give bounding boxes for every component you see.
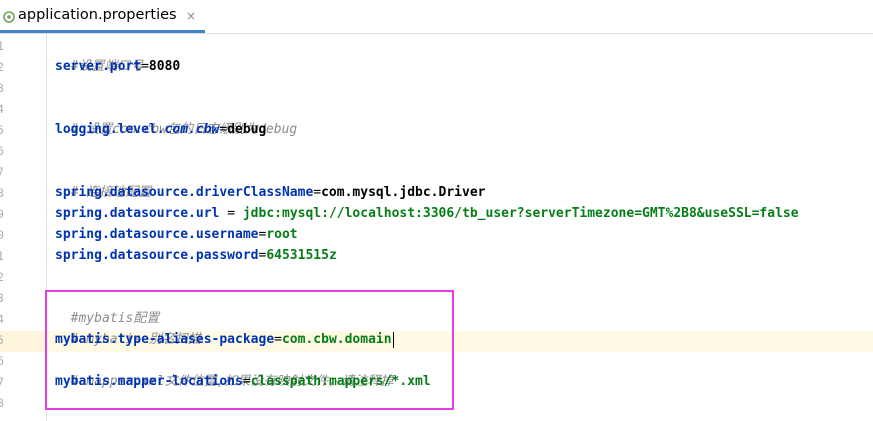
code-line[interactable]: # mybatis 别名扫描 bbox=[55, 308, 201, 347]
property-value: root bbox=[266, 227, 298, 242]
property-key: spring.datasource.driverClassName bbox=[55, 185, 314, 200]
code-line[interactable]: # 设置com.cbw包的日志级别为debug bbox=[55, 98, 298, 137]
code-line[interactable]: # 连接池配置 bbox=[55, 161, 152, 200]
line-number: 1 bbox=[0, 249, 4, 263]
property-value: jdbc:mysql://localhost:3306/tb_user?serv… bbox=[242, 206, 799, 221]
code-line[interactable]: server.port=8080 bbox=[55, 56, 180, 77]
text-caret bbox=[392, 331, 394, 348]
line-number: 0 bbox=[0, 228, 4, 242]
code-line[interactable]: spring.datasource.username=root bbox=[55, 224, 298, 245]
property-value: debug bbox=[227, 122, 267, 137]
line-number: 1 bbox=[0, 39, 4, 53]
property-key-package: com.cbw bbox=[164, 122, 220, 137]
spring-properties-icon bbox=[3, 11, 15, 23]
property-key: spring.datasource.username bbox=[55, 227, 259, 242]
line-number: 7 bbox=[0, 375, 4, 389]
code-line[interactable]: spring.datasource.driverClassName=com.my… bbox=[55, 182, 485, 203]
code-line[interactable]: mybatis.type-aliases-package=com.cbw.dom… bbox=[55, 329, 394, 350]
property-key: mybatis.type-aliases-package bbox=[55, 332, 275, 347]
code-line[interactable]: spring.datasource.url = jdbc:mysql://loc… bbox=[55, 203, 799, 224]
line-number: 6 bbox=[0, 144, 4, 158]
equals-sign: = bbox=[274, 332, 282, 347]
code-line[interactable]: spring.datasource.password=64531515z bbox=[55, 245, 337, 266]
property-key: spring.datasource.url bbox=[55, 206, 220, 221]
line-number: 8 bbox=[0, 396, 4, 410]
property-key: mybatis.mapper-locations bbox=[55, 374, 243, 389]
line-number: 5 bbox=[0, 333, 4, 347]
editor-tab-bar: application.properties × bbox=[0, 0, 873, 34]
line-number: 6 bbox=[0, 354, 4, 368]
close-icon[interactable]: × bbox=[186, 9, 196, 23]
equals-sign: = bbox=[242, 374, 251, 389]
equals-sign: = bbox=[313, 185, 322, 200]
line-number: 5 bbox=[0, 123, 4, 137]
code-line[interactable]: logging.level.com.cbw=debug bbox=[55, 119, 266, 140]
line-number: 3 bbox=[0, 291, 4, 305]
line-number: 8 bbox=[0, 186, 4, 200]
property-value: 64531515z bbox=[266, 248, 337, 263]
line-number: 4 bbox=[0, 102, 4, 116]
property-key: spring.datasource.password bbox=[55, 248, 259, 263]
line-number: 3 bbox=[0, 81, 4, 95]
tab-application-properties[interactable]: application.properties × bbox=[0, 0, 205, 33]
property-value: com.cbw.domain bbox=[281, 332, 392, 347]
line-number: 2 bbox=[0, 60, 4, 74]
property-value: classpath:mappers/*.xml bbox=[250, 374, 431, 389]
code-line[interactable]: # mapper.xml文件位置,如果没有映射文件，请注释掉 bbox=[55, 350, 394, 389]
code-line[interactable]: mybatis.mapper-locations=classpath:mappe… bbox=[55, 371, 431, 392]
property-key: logging.level. bbox=[55, 122, 165, 137]
equals-sign: = bbox=[141, 59, 149, 74]
line-number: 9 bbox=[0, 207, 4, 221]
equals-sign: = bbox=[219, 206, 243, 221]
tab-label: application.properties bbox=[18, 7, 177, 23]
code-line[interactable]: #mybatis配置 bbox=[55, 287, 160, 326]
line-number: 7 bbox=[0, 165, 4, 179]
property-value: 8080 bbox=[148, 59, 181, 74]
property-key: server.port bbox=[55, 59, 142, 74]
property-value: com.mysql.jdbc.Driver bbox=[321, 185, 486, 200]
code-line[interactable]: #设置端口号 bbox=[55, 35, 144, 74]
line-number: 2 bbox=[0, 270, 4, 284]
line-number: 4 bbox=[0, 312, 4, 326]
